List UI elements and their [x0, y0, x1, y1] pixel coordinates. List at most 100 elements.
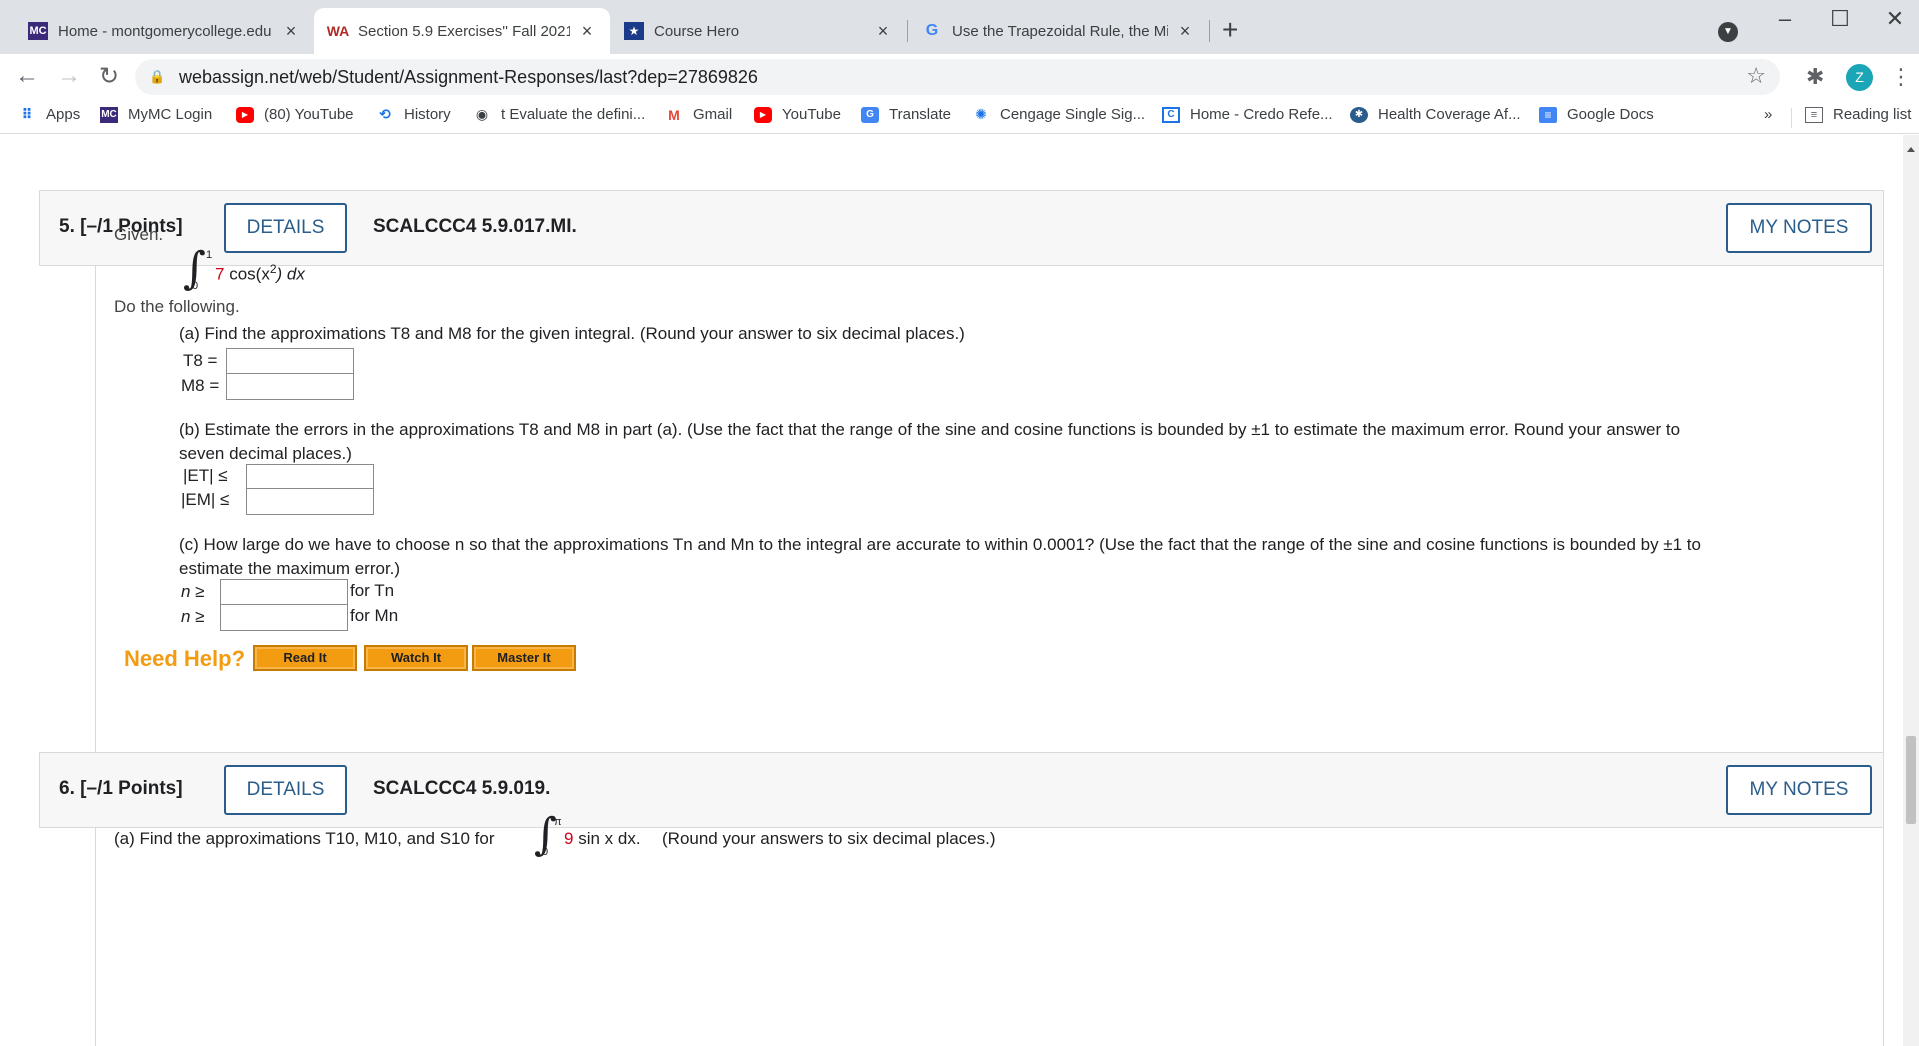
lock-icon: 🔒	[149, 69, 166, 84]
bookmark-credo[interactable]: C Home - Credo Refe...	[1162, 106, 1333, 123]
details-button[interactable]: DETAILS	[224, 765, 347, 815]
for-Mn-label: for Mn	[350, 606, 399, 625]
my-notes-button[interactable]: MY NOTES	[1726, 203, 1872, 253]
bookmark-label: Cengage Single Sig...	[1000, 106, 1146, 123]
bookmark-evaluate[interactable]: ◉ t Evaluate the defini...	[473, 106, 645, 123]
n-Mn-input[interactable]	[220, 604, 348, 631]
new-tab-button[interactable]: +	[1222, 16, 1238, 44]
q6-part-a-text: (a) Find the approximations T10, M10, an…	[114, 829, 495, 848]
bookmark-health[interactable]: ✱ Health Coverage Af...	[1350, 106, 1521, 123]
reading-list[interactable]: ≡ Reading list	[1805, 106, 1911, 123]
tab-search-icon[interactable]: ▼	[1718, 22, 1738, 42]
M8-label: M8 =	[181, 376, 220, 395]
details-button[interactable]: DETAILS	[224, 203, 347, 253]
bookmark-label: YouTube	[782, 106, 841, 123]
question-code: SCALCCC4 5.9.019.	[373, 778, 551, 799]
bookmark-youtube[interactable]: ▶ YouTube	[754, 106, 841, 123]
page-scrollbar[interactable]	[1903, 135, 1919, 1046]
bookmarks-overflow-icon[interactable]: »	[1764, 106, 1772, 123]
globe-icon: ◉	[475, 106, 489, 122]
bookmark-translate[interactable]: G Translate	[861, 106, 951, 123]
reading-list-label: Reading list	[1833, 106, 1912, 123]
extensions-icon[interactable]: ✱	[1806, 64, 1824, 90]
translate-icon: G	[861, 106, 879, 123]
gmail-icon: M	[668, 106, 680, 123]
bookmark-label: Home - Credo Refe...	[1190, 106, 1333, 123]
close-tab-icon[interactable]: ×	[1176, 21, 1194, 42]
bookmarks-bar: ⠿ Apps MC MyMC Login ▶ (80) YouTube ⟲ Hi…	[0, 100, 1919, 134]
ET-input[interactable]	[246, 464, 374, 491]
google-docs-icon: ≡	[1539, 106, 1557, 123]
EM-input[interactable]	[246, 488, 374, 515]
bookmark-google-docs[interactable]: ≡ Google Docs	[1539, 106, 1654, 123]
scroll-thumb[interactable]	[1906, 736, 1916, 824]
back-icon[interactable]: ←	[12, 62, 42, 90]
T8-label: T8 =	[183, 351, 218, 370]
bookmark-apps[interactable]: ⠿ Apps	[18, 106, 81, 123]
bookmark-cengage[interactable]: ✺ Cengage Single Sig...	[972, 106, 1145, 123]
for-Tn-label: for Tn	[350, 581, 395, 600]
n-Tn-input[interactable]	[220, 579, 348, 606]
tab-strip: MC Home - montgomerycollege.edu × WA Sec…	[0, 0, 1919, 54]
maximize-icon[interactable]: ☐	[1820, 6, 1860, 32]
bookmark-star-icon[interactable]: ☆	[1746, 63, 1766, 89]
bookmark-label: Google Docs	[1567, 106, 1654, 123]
close-tab-icon[interactable]: ×	[578, 21, 596, 42]
bookmark-label: History	[404, 106, 451, 123]
part-b-text: (b) Estimate the errors in the approxima…	[179, 420, 1681, 439]
close-tab-icon[interactable]: ×	[282, 21, 300, 42]
integral-lower-limit: 0	[192, 280, 199, 292]
read-it-button[interactable]: Read It	[253, 645, 357, 671]
question-6-body	[95, 828, 1884, 1046]
tab-webassign[interactable]: WA Section 5.9 Exercises'' Fall 2021 - ×	[314, 8, 610, 54]
close-window-icon[interactable]: ✕	[1875, 6, 1915, 32]
tab-title: Section 5.9 Exercises'' Fall 2021 -	[358, 22, 570, 40]
bookmark-label: Health Coverage Af...	[1378, 106, 1521, 123]
tab-coursehero[interactable]: ★ Course Hero ×	[610, 8, 906, 54]
bookmark-youtube-80[interactable]: ▶ (80) YouTube	[236, 106, 354, 123]
profile-avatar[interactable]: Z	[1846, 64, 1873, 91]
menu-icon[interactable]: ⋮	[1890, 64, 1912, 90]
page-content: 5. [–/1 Points] DETAILS SCALCCC4 5.9.017…	[0, 135, 1919, 1046]
watch-it-button[interactable]: Watch It	[364, 645, 468, 671]
youtube-icon: ▶	[754, 106, 772, 123]
M8-input[interactable]	[226, 373, 354, 400]
bookmark-label: (80) YouTube	[264, 106, 354, 123]
bookmark-history[interactable]: ⟲ History	[376, 106, 451, 123]
youtube-icon: ▶	[236, 106, 254, 123]
credo-icon: C	[1162, 106, 1180, 123]
google-icon: G	[925, 22, 939, 39]
apps-grid-icon: ⠿	[21, 106, 33, 122]
question-5-header: 5. [–/1 Points] DETAILS SCALCCC4 5.9.017…	[39, 190, 1884, 266]
my-notes-button[interactable]: MY NOTES	[1726, 765, 1872, 815]
tab-title: Home - montgomerycollege.edu	[58, 22, 272, 40]
master-it-button[interactable]: Master It	[472, 645, 576, 671]
part-c-text-2: estimate the maximum error.)	[179, 559, 401, 578]
reload-icon[interactable]: ↻	[94, 62, 124, 91]
tab-montgomery[interactable]: MC Home - montgomerycollege.edu ×	[14, 8, 314, 54]
T8-input[interactable]	[226, 348, 354, 375]
q6-integrand: 9 sin x dx.	[564, 829, 641, 848]
bookmark-label: Translate	[889, 106, 951, 123]
address-bar[interactable]: 🔒 webassign.net/web/Student/Assignment-R…	[135, 59, 1780, 95]
integrand: 7 cos(x2) dx	[215, 262, 305, 284]
tab-title: Course Hero	[654, 22, 740, 40]
ET-label: |ET| ≤	[183, 466, 228, 485]
bookmark-mymc[interactable]: MC MyMC Login	[100, 106, 212, 123]
minimize-icon[interactable]: –	[1765, 6, 1805, 32]
part-c-text: (c) How large do we have to choose n so …	[179, 535, 1701, 554]
tab-google[interactable]: G Use the Trapezoidal Rule, the Mic ×	[908, 8, 1208, 54]
n-label-T: n ≥	[181, 582, 205, 601]
reading-list-icon: ≡	[1805, 106, 1823, 123]
bookmarks-divider	[1791, 108, 1792, 128]
part-a-text: (a) Find the approximations T8 and M8 fo…	[179, 324, 965, 343]
EM-label: |EM| ≤	[181, 490, 230, 509]
bookmark-gmail[interactable]: M Gmail	[665, 106, 732, 123]
bookmark-label: t Evaluate the defini...	[501, 106, 646, 123]
forward-icon[interactable]: →	[54, 62, 84, 90]
scroll-up-icon[interactable]	[1907, 147, 1915, 152]
need-help-label: Need Help?	[124, 646, 246, 671]
given-text: Given.	[114, 225, 164, 244]
close-tab-icon[interactable]: ×	[874, 21, 892, 42]
question-6-points: 6. [–/1 Points]	[59, 778, 183, 799]
